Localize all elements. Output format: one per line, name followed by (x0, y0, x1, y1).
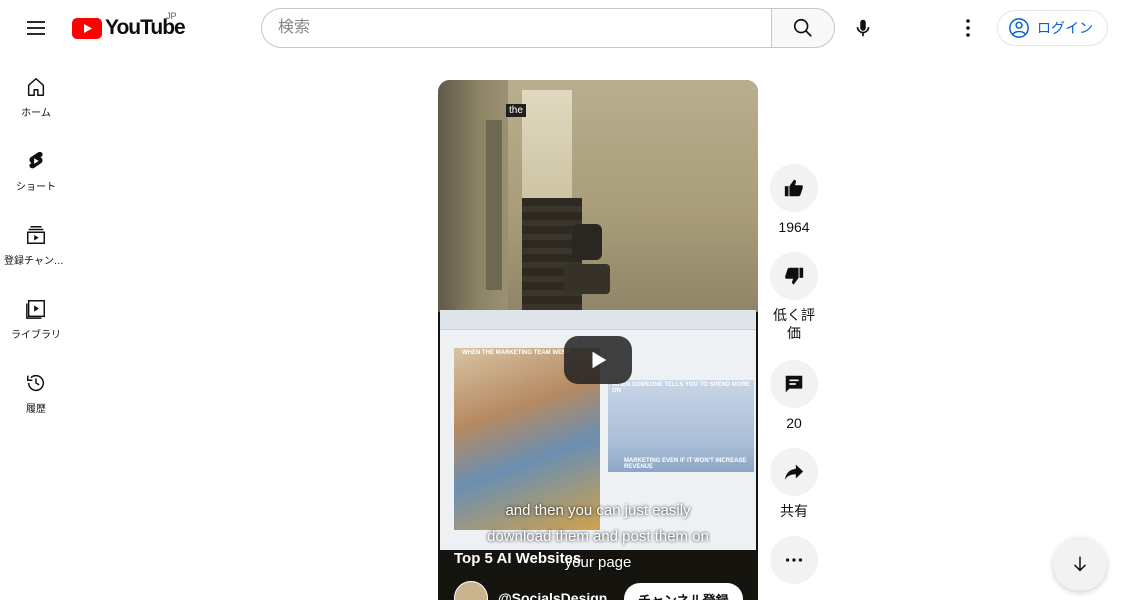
comments-button[interactable] (770, 360, 818, 408)
sidebar-item-history[interactable]: 履歴 (0, 352, 72, 426)
comment-icon (785, 375, 803, 393)
library-icon (26, 300, 45, 319)
play-icon (592, 351, 607, 369)
country-code: JP (166, 11, 177, 21)
settings-more-button[interactable] (948, 8, 988, 48)
youtube-logo-icon (72, 17, 102, 39)
subscriptions-icon (27, 226, 45, 244)
sidebar-item-shorts[interactable]: ショート (0, 130, 72, 204)
login-label: ログイン (1037, 20, 1093, 36)
sidebar-item-library[interactable]: ライブラリ (0, 278, 72, 352)
comments-action: 20 (770, 360, 818, 432)
masthead: YouTube JP ログイン (0, 0, 1124, 56)
next-video-button[interactable] (1053, 537, 1107, 591)
sidebar-item-label: ライブラリ (11, 330, 61, 341)
more-action (770, 536, 818, 584)
microphone-icon (856, 19, 870, 37)
video-frame-corridor (522, 90, 572, 200)
more-vert-icon (966, 19, 970, 37)
video-frame-toolbar (440, 310, 756, 330)
search-button[interactable] (771, 8, 835, 48)
like-action: 1964 (770, 164, 818, 236)
arrow-down-icon (1073, 556, 1087, 572)
search-input[interactable] (261, 8, 771, 48)
menu-button[interactable] (16, 8, 56, 48)
sidebar-item-label: 登録チャンネル (4, 256, 68, 267)
video-title[interactable]: Top 5 AI Websites (454, 550, 581, 567)
account-circle-icon (1009, 18, 1029, 38)
hamburger-menu-icon (27, 21, 45, 35)
meme-caption: MARKETING EVEN IF IT WON'T INCREASE REVE… (624, 458, 747, 470)
sidebar-item-subscriptions[interactable]: 登録チャンネル (0, 204, 72, 278)
channel-name[interactable]: @SocialsDesign (498, 590, 607, 600)
dislike-label: 低く評価 (773, 307, 815, 341)
share-icon (784, 464, 804, 480)
like-count: 1964 (778, 219, 810, 235)
play-button[interactable] (564, 336, 632, 384)
sidebar-item-label: 履歴 (26, 404, 46, 415)
sidebar-item-home[interactable]: ホーム (0, 56, 72, 130)
thumbs-up-icon (784, 179, 803, 197)
comment-count: 20 (786, 415, 802, 431)
history-icon (27, 375, 45, 392)
voice-search-button[interactable] (843, 8, 883, 48)
share-label: 共有 (780, 503, 808, 519)
sidebar-item-label: ショート (16, 182, 56, 193)
video-frame-object (564, 264, 610, 294)
like-button[interactable] (770, 164, 818, 212)
meme-caption: WHEN THE MARKETING TEAM WENT (462, 350, 570, 356)
login-button[interactable]: ログイン (997, 10, 1108, 46)
meme-caption: WHEN SOMEONE TELLS YOU TO SPEND MORE ON (612, 382, 750, 394)
subtitle-line: download them and post them on (487, 528, 709, 545)
shorts-icon (29, 151, 43, 169)
shorts-video-player[interactable]: the WHEN THE MARKETING TEAM WENT WHEN SO… (438, 80, 758, 600)
channel-avatar[interactable] (454, 581, 488, 600)
share-action: 共有 (770, 448, 818, 520)
channel-row: @SocialsDesign チャンネル登録 (454, 581, 754, 600)
search-box (261, 8, 835, 48)
home-icon (27, 78, 45, 96)
video-frame-object (572, 224, 602, 260)
share-button[interactable] (770, 448, 818, 496)
subscribe-button[interactable]: チャンネル登録 (624, 583, 743, 600)
video-frame-door (486, 120, 502, 290)
subtitle-line: and then you can just easily (505, 502, 691, 519)
dislike-action: 低く評価 (770, 252, 818, 342)
sidebar-item-label: ホーム (21, 108, 51, 119)
mini-guide: ホーム ショート 登録チャンネル ライブラリ 履歴 (0, 56, 72, 426)
more-actions-button[interactable] (770, 536, 818, 584)
video-caption-snippet: the (506, 104, 526, 117)
more-horiz-icon (785, 558, 803, 562)
search-icon (793, 18, 812, 37)
thumbs-down-icon (785, 267, 804, 285)
dislike-button[interactable] (770, 252, 818, 300)
